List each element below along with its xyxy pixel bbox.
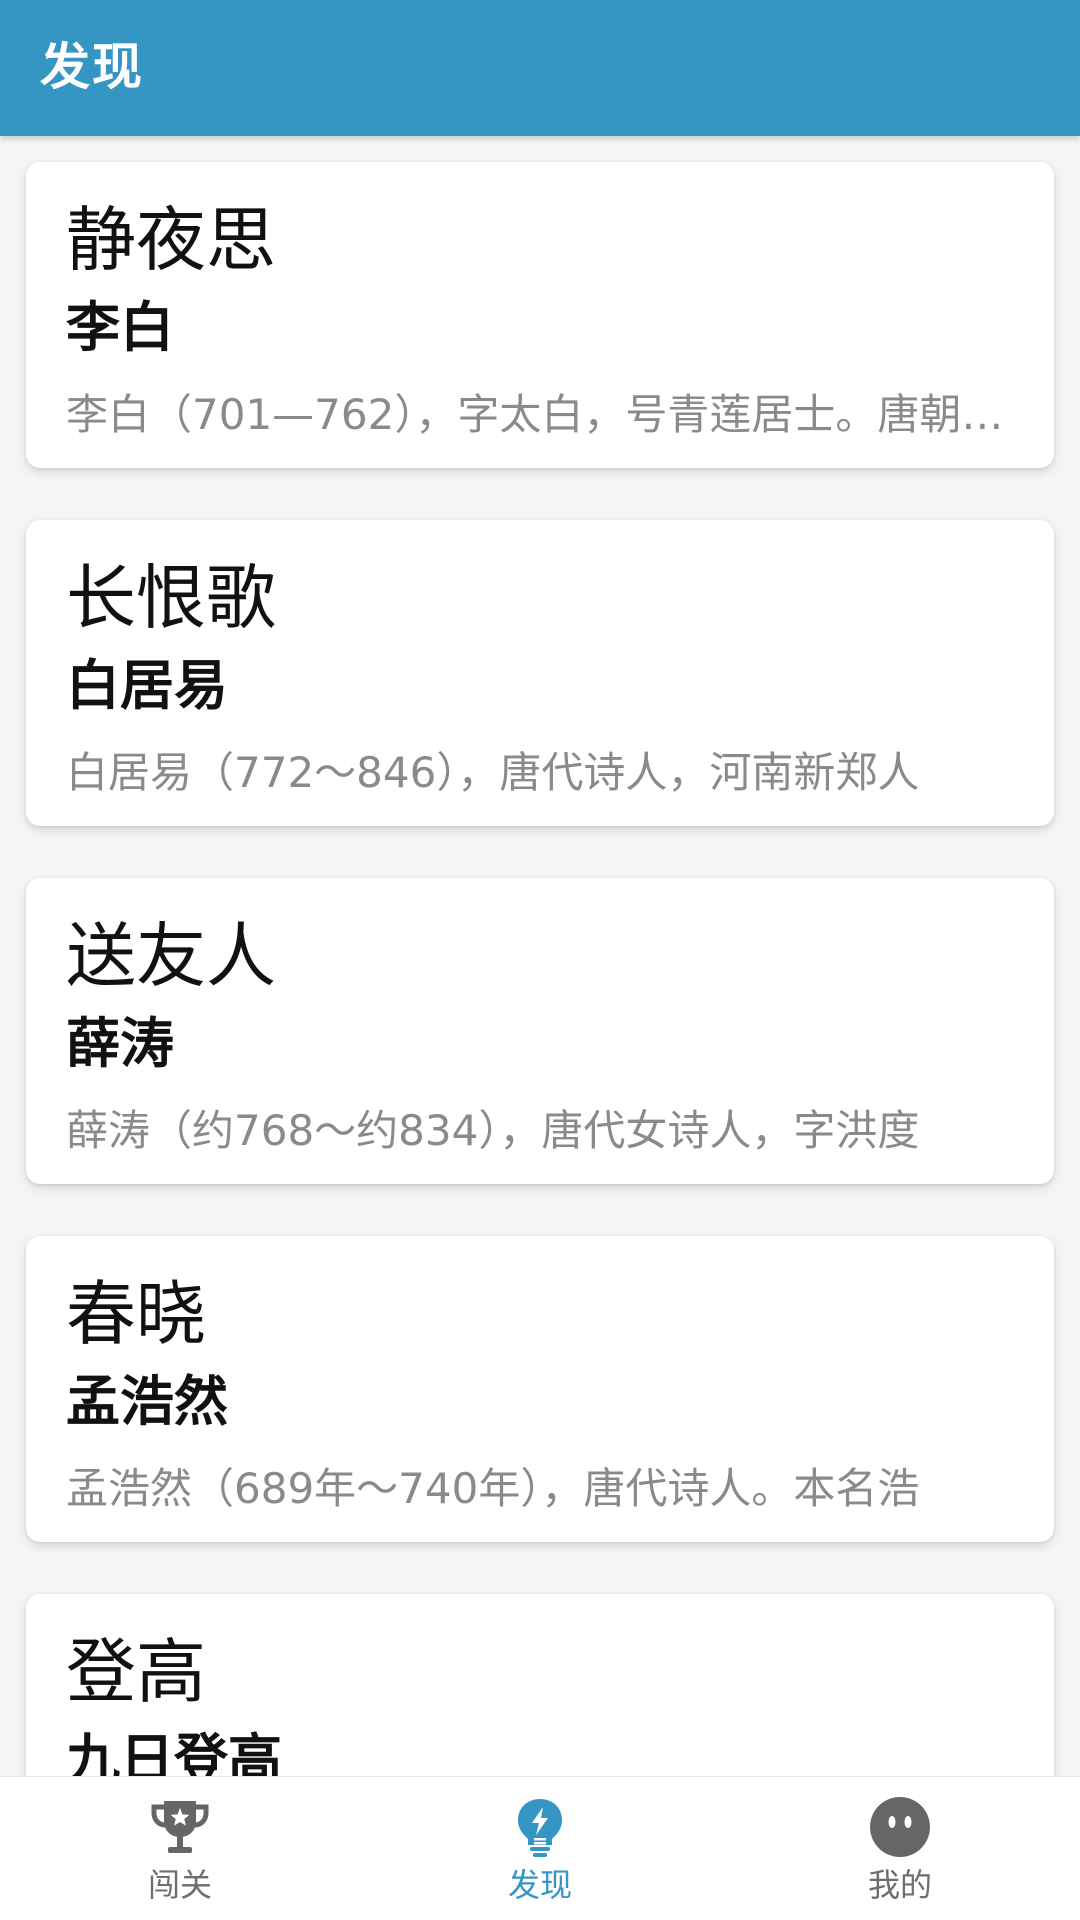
face-icon — [870, 1797, 930, 1857]
bottom-navigation: 闯关 发现 我的 — [0, 1776, 1080, 1920]
page-title: 发现 — [40, 38, 144, 96]
nav-label: 闯关 — [147, 1866, 212, 1904]
app-screen: 发现 静夜思 李白 李白（701—762），字太白，号青莲居士。唐朝浪漫主义诗人… — [0, 0, 1080, 1920]
app-bar: 发现 — [0, 0, 1080, 136]
poem-author: 薛涛 — [66, 1012, 174, 1075]
author-intro: 白居易（772～846），唐代诗人，河南新郑人 — [66, 748, 920, 797]
poem-author: 九日登高 — [66, 1728, 282, 1776]
author-intro: 孟浩然（689年～740年），唐代诗人。本名浩 — [66, 1464, 920, 1513]
author-intro: 李白（701—762），字太白，号青莲居士。唐朝浪漫主义诗人 — [66, 390, 1014, 439]
poem-title: 登高 — [66, 1631, 206, 1713]
poem-title: 送友人 — [66, 915, 276, 997]
nav-label: 我的 — [867, 1866, 932, 1904]
poem-card[interactable]: 登高 九日登高 — [26, 1594, 1054, 1776]
nav-tab-discover[interactable]: 发现 — [360, 1777, 720, 1920]
nav-label: 发现 — [507, 1866, 572, 1904]
poem-title: 静夜思 — [66, 199, 276, 281]
poem-card[interactable]: 静夜思 李白 李白（701—762），字太白，号青莲居士。唐朝浪漫主义诗人 — [26, 162, 1054, 468]
poem-title: 春晓 — [66, 1273, 206, 1355]
poem-author: 白居易 — [66, 654, 228, 717]
nav-tab-challenge[interactable]: 闯关 — [0, 1777, 360, 1920]
poem-title: 长恨歌 — [66, 557, 276, 639]
poem-card[interactable]: 春晓 孟浩然 孟浩然（689年～740年），唐代诗人。本名浩 — [26, 1236, 1054, 1542]
trophy-icon — [151, 1801, 209, 1853]
poem-list[interactable]: 静夜思 李白 李白（701—762），字太白，号青莲居士。唐朝浪漫主义诗人 长恨… — [0, 136, 1080, 1776]
author-intro: 薛涛（约768～约834），唐代女诗人，字洪度 — [66, 1106, 920, 1155]
nav-tab-mine[interactable]: 我的 — [720, 1777, 1080, 1920]
poem-card[interactable]: 长恨歌 白居易 白居易（772～846），唐代诗人，河南新郑人 — [26, 520, 1054, 826]
poem-card[interactable]: 送友人 薛涛 薛涛（约768～约834），唐代女诗人，字洪度 — [26, 878, 1054, 1184]
lightbulb-icon — [518, 1799, 562, 1857]
poem-author: 李白 — [66, 296, 174, 359]
poem-author: 孟浩然 — [66, 1370, 228, 1433]
